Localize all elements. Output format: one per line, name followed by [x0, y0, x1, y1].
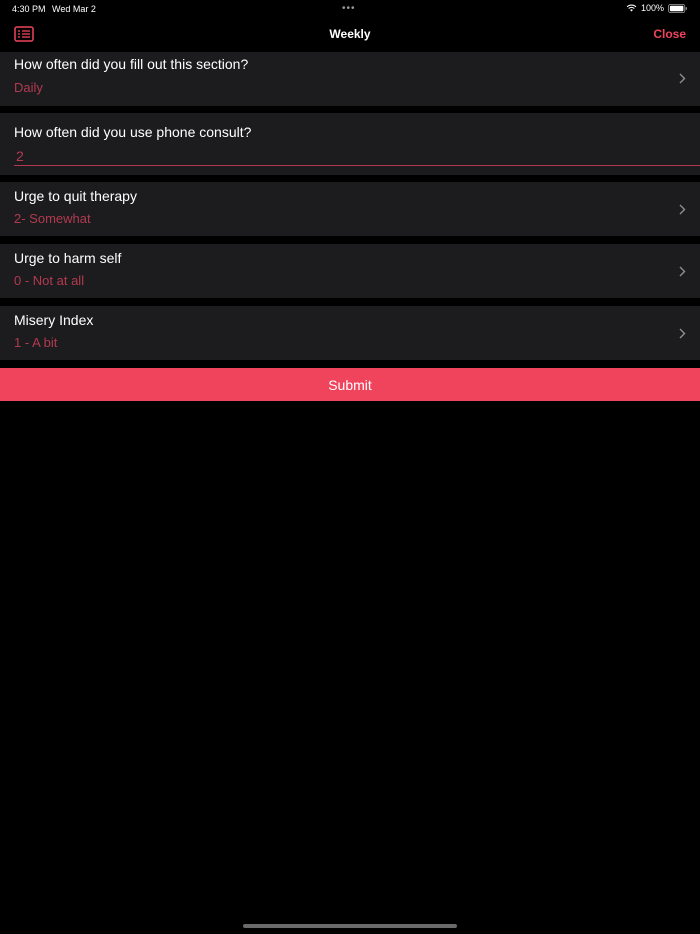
chevron-right-icon: [679, 73, 686, 84]
chevron-right-icon: [679, 204, 686, 215]
row-question: How often did you use phone consult?: [14, 124, 252, 140]
wifi-icon: [626, 4, 637, 12]
multitasking-dots[interactable]: •••: [342, 3, 356, 14]
close-button[interactable]: Close: [653, 27, 686, 41]
nav-bar: Weekly Close: [0, 18, 700, 50]
app-screen: 4:30 PM Wed Mar 2 ••• 100% Weekly Close …: [0, 0, 700, 934]
form-row-urge-quit-therapy[interactable]: Urge to quit therapy 2- Somewhat: [0, 182, 700, 236]
submit-button[interactable]: Submit: [0, 368, 700, 401]
status-right: 100%: [626, 3, 688, 13]
form-row-misery-index[interactable]: Misery Index 1 - A bit: [0, 306, 700, 360]
status-date: Wed Mar 2: [52, 4, 96, 14]
status-bar: 4:30 PM Wed Mar 2 ••• 100%: [0, 0, 700, 18]
chevron-right-icon: [679, 328, 686, 339]
form-row-fill-frequency[interactable]: How often did you fill out this section?…: [0, 52, 700, 106]
chevron-right-icon: [679, 266, 686, 277]
status-time: 4:30 PM: [12, 4, 46, 14]
row-answer: 2- Somewhat: [14, 211, 91, 226]
battery-percent: 100%: [640, 3, 664, 13]
row-question: Misery Index: [14, 312, 94, 328]
row-answer: 1 - A bit: [14, 335, 58, 350]
home-indicator[interactable]: [243, 924, 457, 928]
page-title: Weekly: [329, 27, 371, 41]
row-question: Urge to harm self: [14, 250, 122, 266]
phone-consult-input[interactable]: [14, 146, 700, 166]
row-answer: 0 - Not at all: [14, 273, 85, 288]
row-question: How often did you fill out this section?: [14, 56, 249, 72]
row-answer: Daily: [14, 80, 43, 95]
form-row-phone-consult: How often did you use phone consult?: [0, 113, 700, 175]
row-question: Urge to quit therapy: [14, 188, 137, 204]
form-row-urge-harm-self[interactable]: Urge to harm self 0 - Not at all: [0, 244, 700, 298]
battery-icon: [668, 3, 687, 13]
